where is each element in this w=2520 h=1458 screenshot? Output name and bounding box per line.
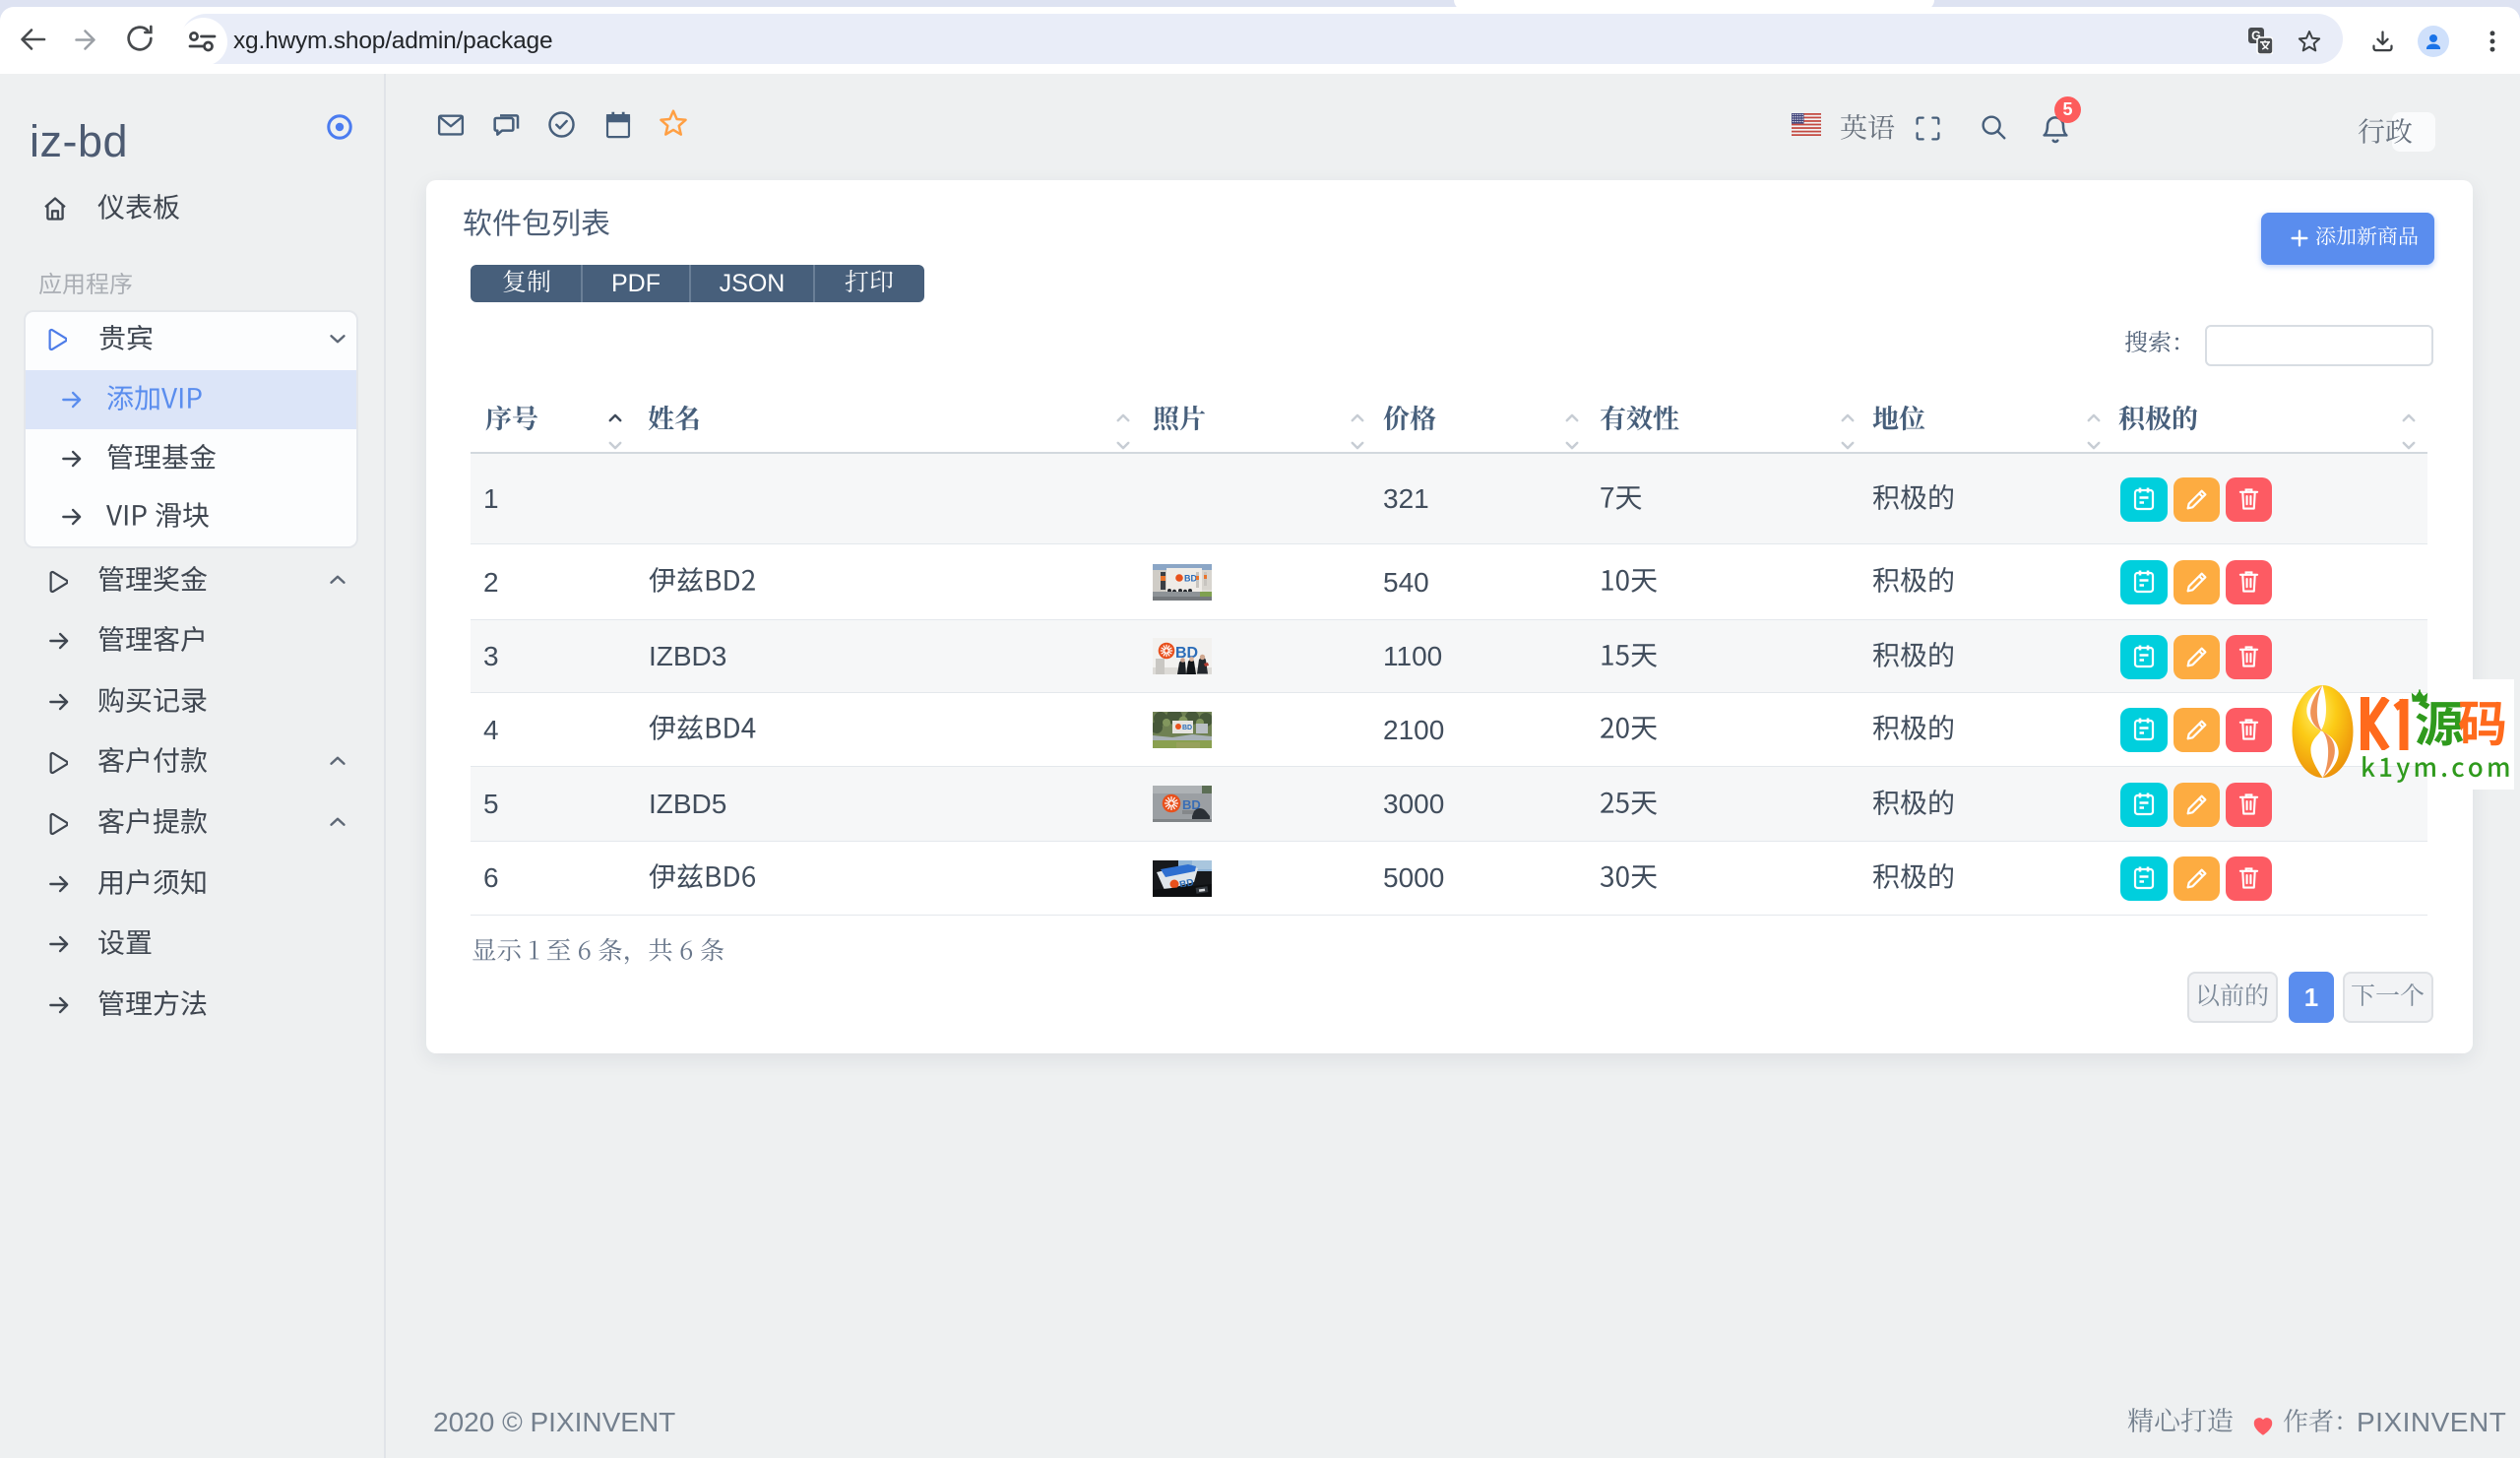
svg-text:BD: BD xyxy=(1175,645,1198,662)
svg-text:BD: BD xyxy=(1182,725,1192,731)
svg-text:BD: BD xyxy=(1184,574,1197,584)
